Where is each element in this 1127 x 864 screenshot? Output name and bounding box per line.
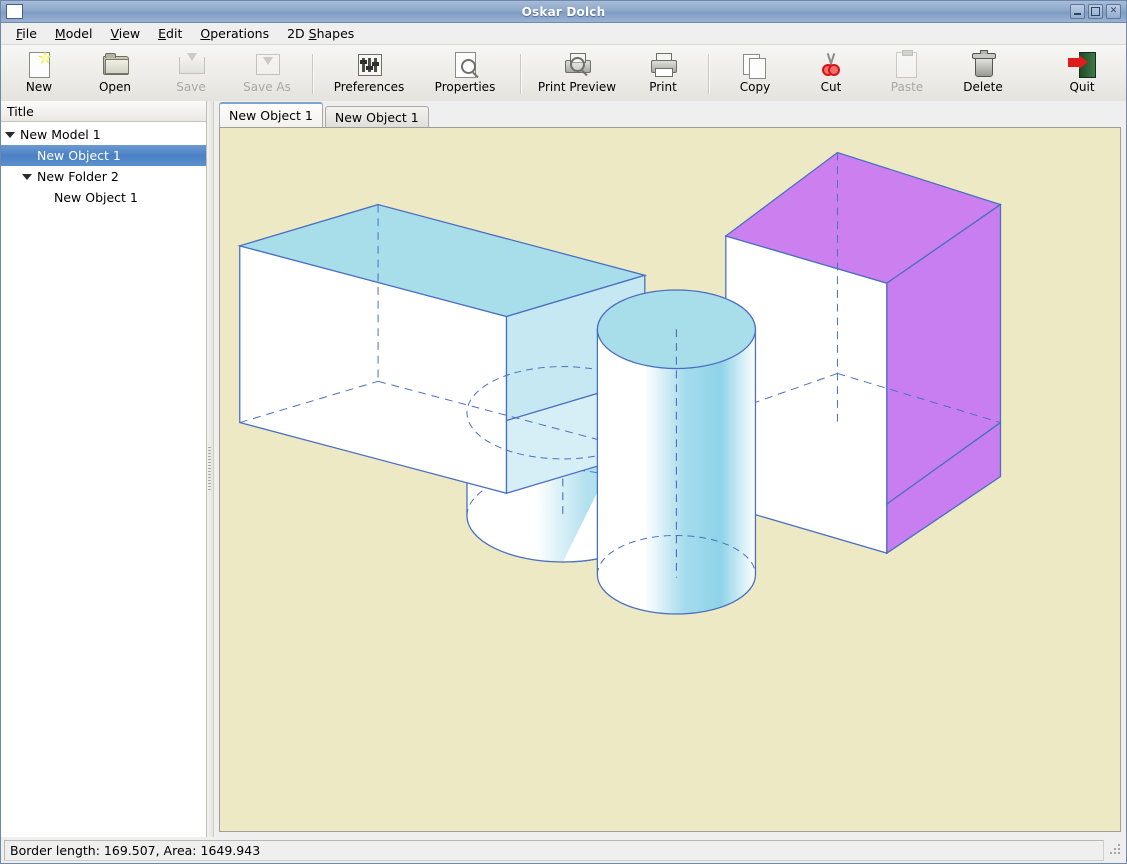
toolbar-separator-1: [312, 54, 314, 94]
tree-item-label: New Object 1: [37, 148, 121, 163]
maximize-button[interactable]: [1088, 4, 1103, 19]
toolbar-button-quit[interactable]: Quit: [1044, 47, 1120, 103]
toolbar-button-preferences[interactable]: Preferences: [321, 47, 417, 103]
tree-item-new-object-1-child[interactable]: New Object 1: [1, 187, 206, 208]
toolbar-button-copy[interactable]: Copy: [717, 47, 793, 103]
tab-label: New Object 1: [229, 108, 313, 123]
toolbar-button-save[interactable]: Save: [153, 47, 229, 103]
toolbar-button-cut[interactable]: Cut: [793, 47, 869, 103]
paste-icon: [892, 50, 922, 78]
toolbar-button-properties[interactable]: Properties: [417, 47, 513, 103]
toolbar-label-properties: Properties: [434, 80, 496, 94]
status-bar: Border length: 169.507, Area: 1649.943: [1, 837, 1126, 863]
toolbar-label-preferences: Preferences: [333, 80, 405, 94]
title-bar: Oskar Dolch ✕: [1, 1, 1126, 23]
toolbar-label-new: New: [25, 80, 53, 94]
tree-item-new-object-1-selected[interactable]: New Object 1: [1, 145, 206, 166]
toolbar-label-print-preview: Print Preview: [537, 80, 617, 94]
panel-splitter[interactable]: [207, 101, 214, 837]
properties-icon: [450, 51, 480, 78]
toolbar-button-delete[interactable]: Delete: [945, 47, 1021, 103]
preferences-icon: [354, 51, 384, 78]
toolbar-button-print-preview[interactable]: Print Preview: [529, 47, 625, 103]
tree-item-new-model-1[interactable]: New Model 1: [1, 124, 206, 145]
toolbar-button-open[interactable]: Open: [77, 47, 153, 103]
toolbar-separator-3: [708, 54, 710, 94]
tree-column-header-title[interactable]: Title: [1, 101, 206, 122]
menu-2d-shapes[interactable]: 2D Shapes: [278, 24, 363, 43]
model-tree-panel: Title New Model 1 New Object 1 New Folde…: [1, 101, 207, 837]
editor-area: New Object 1 New Object 1: [214, 101, 1126, 837]
tree-header-label: Title: [7, 103, 34, 119]
toolbar-label-quit: Quit: [1069, 80, 1095, 94]
print-preview-icon: [562, 51, 592, 78]
tree-body: New Model 1 New Object 1 New Folder 2 Ne…: [1, 122, 206, 837]
expander-open-icon[interactable]: [1, 131, 18, 138]
resize-grip[interactable]: [1104, 840, 1124, 860]
menu-view[interactable]: View: [101, 24, 149, 43]
close-button[interactable]: ✕: [1106, 4, 1121, 19]
tree-item-label: New Folder 2: [37, 169, 119, 184]
tab-label: New Object 1: [334, 109, 419, 125]
status-message: Border length: 169.507, Area: 1649.943: [4, 839, 1104, 861]
toolbar-button-save-as[interactable]: Save As: [229, 47, 305, 103]
toolbar-button-paste[interactable]: Paste: [869, 47, 945, 103]
toolbar-button-new[interactable]: New: [1, 47, 77, 103]
menu-file[interactable]: File: [7, 24, 46, 43]
copy-icon: [740, 51, 770, 79]
left-shape-group: [237, 203, 660, 563]
menu-edit[interactable]: Edit: [149, 24, 191, 43]
tab-new-object-1-active[interactable]: New Object 1: [219, 102, 323, 127]
open-folder-icon: [100, 51, 130, 78]
toolbar-label-copy: Copy: [739, 80, 771, 94]
printer-icon: [648, 51, 678, 78]
tree-item-label: New Model 1: [20, 127, 101, 142]
toolbar: New Open Save Save As Preferences Proper…: [1, 45, 1126, 104]
toolbar-label-print: Print: [649, 80, 677, 94]
right-shape-group: [596, 151, 1002, 615]
drawing-canvas[interactable]: [219, 127, 1121, 832]
toolbar-button-print[interactable]: Print: [625, 47, 701, 103]
new-document-icon: [24, 51, 54, 78]
splitter-grip[interactable]: [208, 447, 211, 491]
window-title: Oskar Dolch: [521, 4, 606, 19]
toolbar-label-open: Open: [98, 80, 132, 94]
menu-model[interactable]: Model: [46, 24, 102, 43]
main-content: Title New Model 1 New Object 1 New Folde…: [1, 101, 1126, 837]
tab-new-object-1-second[interactable]: New Object 1: [324, 106, 429, 127]
toolbar-separator-2: [520, 54, 522, 94]
tree-item-new-folder-2[interactable]: New Folder 2: [1, 166, 206, 187]
save-as-icon: [252, 51, 282, 78]
toolbar-label-delete: Delete: [963, 80, 1003, 94]
application-window: Oskar Dolch ✕ File Model View Edit Opera…: [0, 0, 1127, 864]
menu-operations[interactable]: Operations: [191, 24, 278, 43]
save-icon: [176, 51, 206, 78]
tree-item-label: New Object 1: [54, 190, 138, 205]
scissors-icon: [816, 51, 846, 78]
trash-icon: [968, 50, 998, 78]
expander-open-icon[interactable]: [18, 173, 35, 180]
toolbar-label-paste: Paste: [890, 80, 924, 94]
toolbar-label-save: Save: [176, 80, 206, 94]
minimize-button[interactable]: [1070, 4, 1085, 19]
menu-bar: File Model View Edit Operations 2D Shape…: [1, 23, 1126, 45]
toolbar-label-cut: Cut: [820, 80, 842, 94]
window-controls: ✕: [1070, 4, 1126, 19]
application-icon: [6, 4, 23, 19]
tab-bar: New Object 1 New Object 1: [214, 101, 1126, 127]
toolbar-label-save-as: Save As: [243, 80, 291, 94]
quit-door-icon: [1067, 51, 1097, 78]
scene-3d: [237, 151, 1002, 615]
